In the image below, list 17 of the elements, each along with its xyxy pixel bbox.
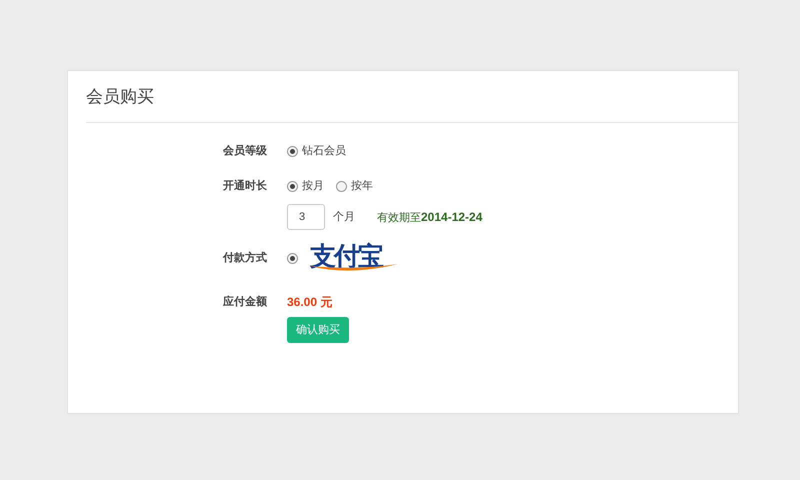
radio-label: 钻石会员 — [302, 144, 346, 159]
radio-button[interactable] — [336, 180, 347, 192]
radio-label: 按月 — [302, 178, 324, 194]
field-label: 应付金额 — [223, 296, 267, 308]
radio-button[interactable] — [287, 146, 298, 156]
month-input[interactable]: 3 — [287, 204, 325, 230]
unit-label: 个月 — [333, 210, 355, 225]
page-title: 会员购买 — [86, 86, 154, 108]
radio-label: 按年 — [351, 178, 373, 194]
field-label: 开通时长 — [223, 180, 267, 192]
payment-logo[interactable]: 支付宝 — [308, 242, 400, 274]
radio-button[interactable] — [287, 180, 298, 192]
field-label: 付款方式 — [223, 252, 267, 264]
radio-button[interactable] — [287, 252, 298, 264]
amount-text: 36.00 元 — [287, 294, 332, 311]
validity-text: 有效期至2014-12-24 — [377, 208, 482, 226]
field-label: 会员等级 — [223, 144, 267, 157]
